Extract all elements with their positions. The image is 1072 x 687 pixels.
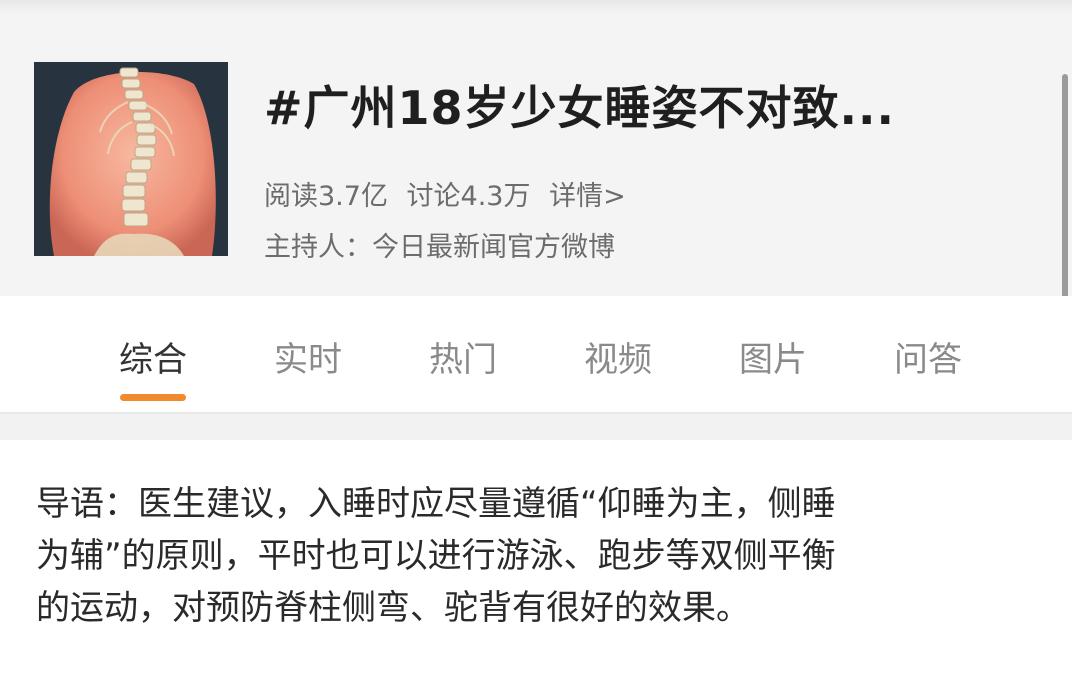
topic-thumbnail[interactable] [34,62,228,256]
topic-host: 主持人：今日最新闻官方微博 [264,232,615,263]
topic-header: #广州18岁少女睡姿不对致... 阅读3.7亿 讨论4.3万 详情> 主持人：今… [0,0,1072,296]
details-link[interactable]: 详情> [549,181,626,212]
tab-qa[interactable]: 问答 [873,332,983,381]
topic-stats: 阅读3.7亿 讨论4.3万 详情> [264,174,636,213]
intro-text: 导语：医生建议，入睡时应尽量遵循“仰睡为主，侧睡 为辅”的原则，平时也可以进行游… [36,478,1036,634]
intro-line: 为辅”的原则，平时也可以进行游泳、跑步等双侧平衡 [36,536,836,576]
tab-images[interactable]: 图片 [718,332,828,381]
tab-realtime[interactable]: 实时 [253,332,363,381]
intro-line: 导语：医生建议，入睡时应尽量遵循“仰睡为主，侧睡 [36,484,836,524]
section-gap [0,414,1072,440]
read-count: 阅读3.7亿 [264,181,388,212]
tab-hot[interactable]: 热门 [408,332,518,381]
spine-illustration-icon [34,62,228,256]
active-tab-indicator [120,394,186,401]
tab-comprehensive[interactable]: 综合 [98,332,208,381]
status-shadow [0,0,1072,14]
topic-title: #广州18岁少女睡姿不对致... [264,81,895,135]
discuss-count: 讨论4.3万 [406,181,531,212]
tab-video[interactable]: 视频 [563,332,673,381]
intro-line: 的运动，对预防脊柱侧弯、驼背有很好的效果。 [36,588,750,628]
tab-bar: 综合 实时 热门 视频 图片 问答 [0,296,1072,412]
scrollbar[interactable] [1062,74,1068,312]
